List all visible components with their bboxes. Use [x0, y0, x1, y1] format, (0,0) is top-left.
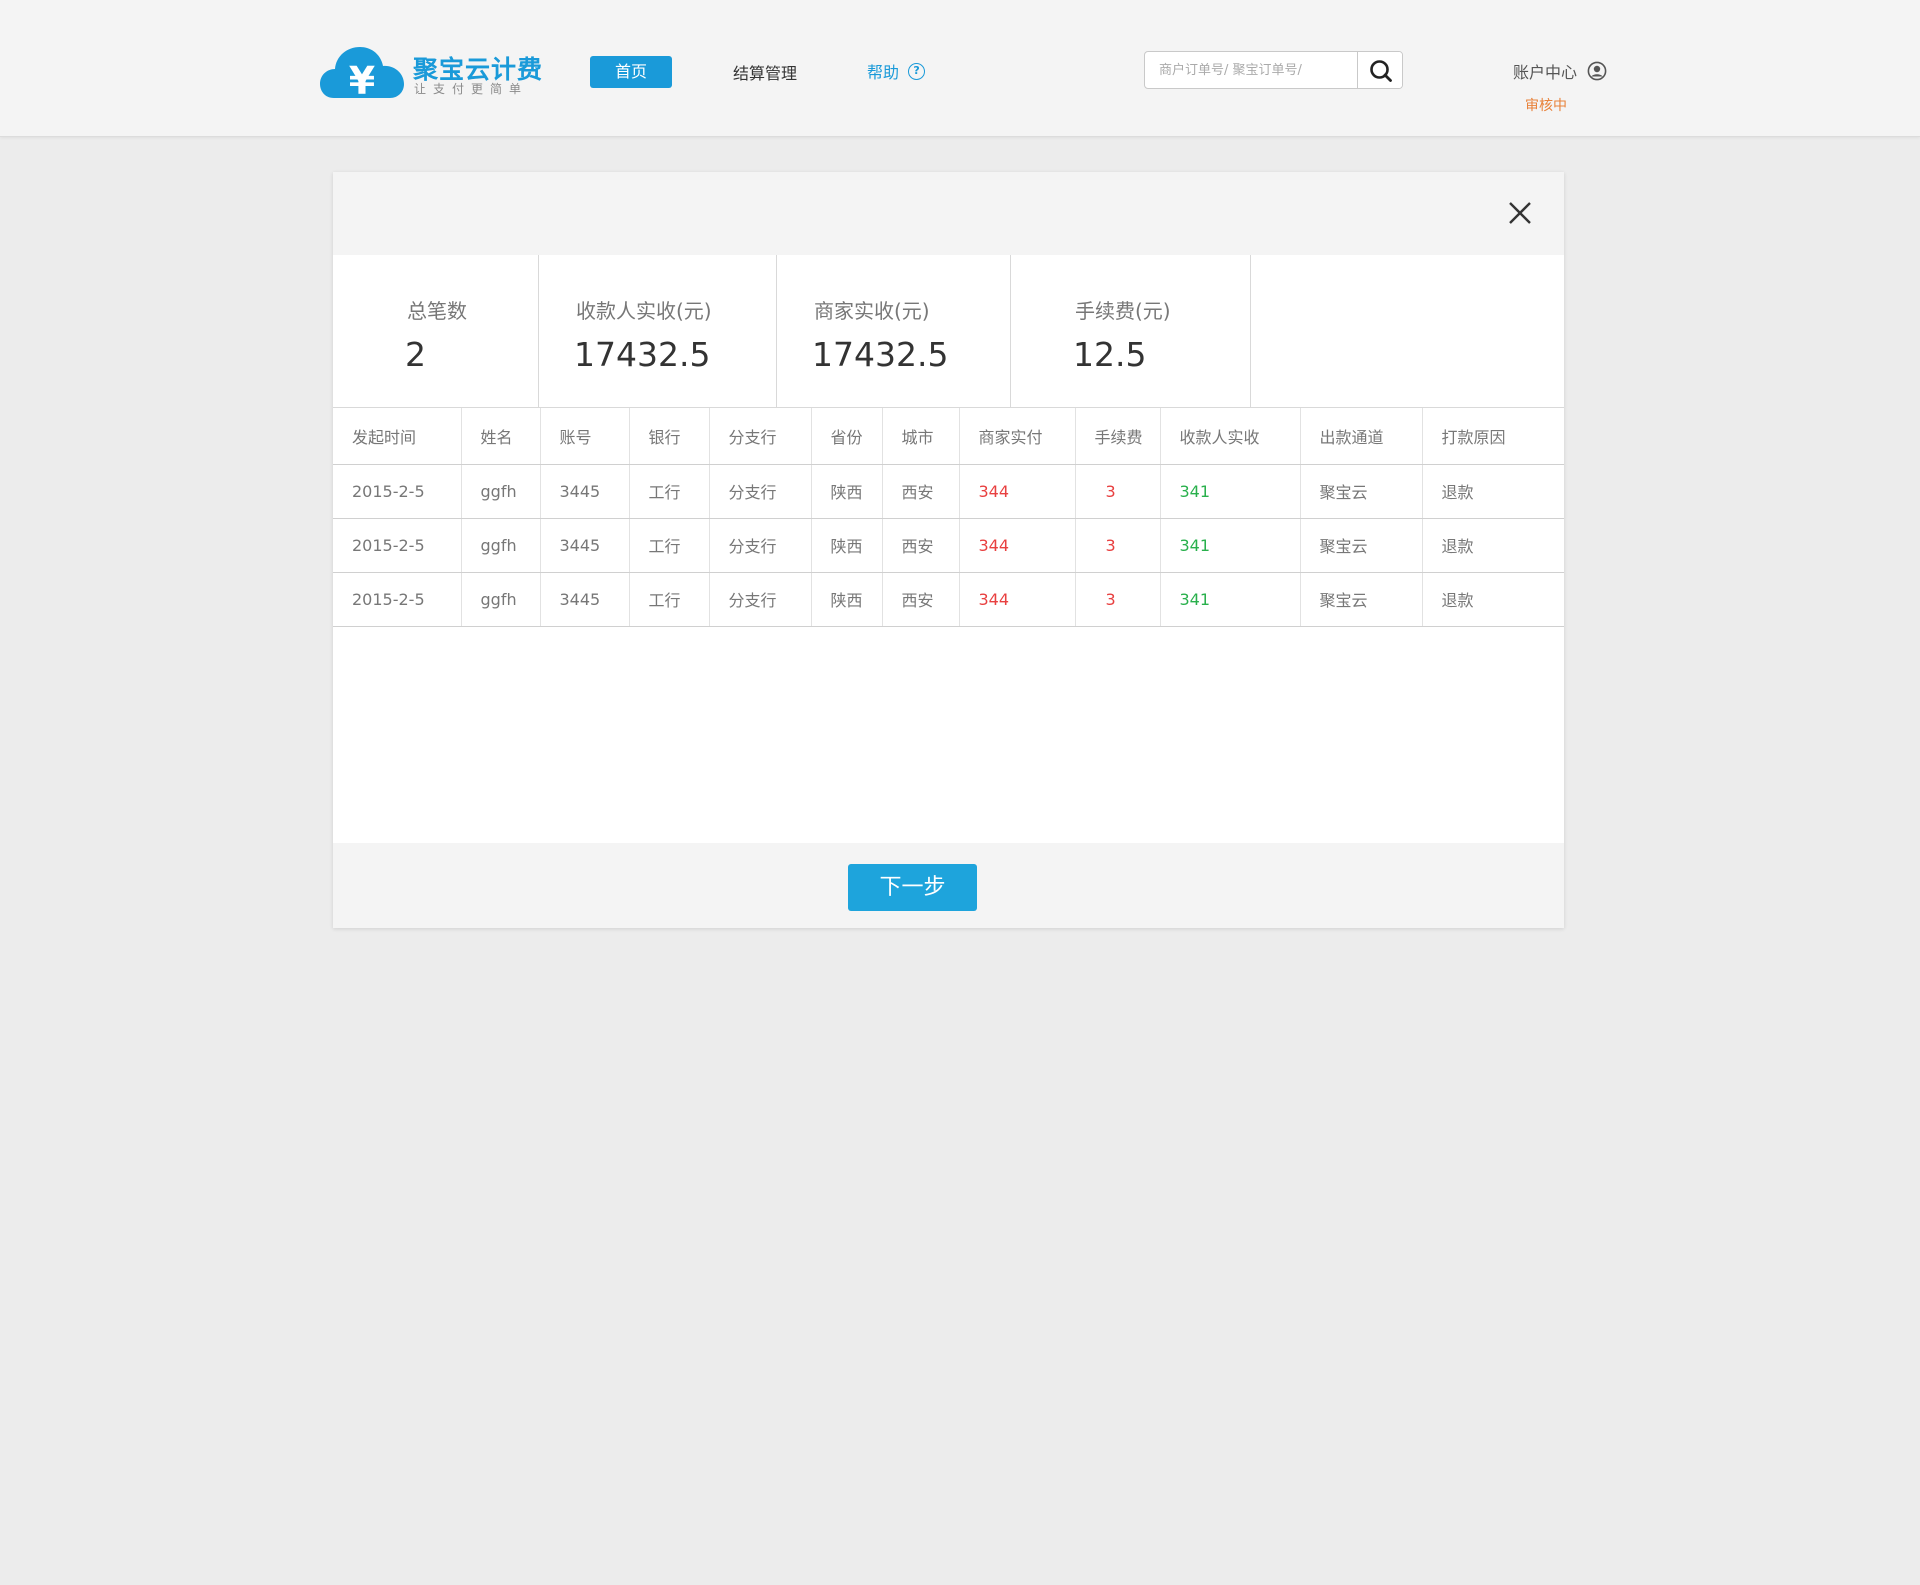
cell-fee: 3 — [1075, 464, 1161, 519]
column-header: 发起时间 — [333, 408, 462, 465]
total-count-value: 2 — [405, 335, 426, 374]
order-search-input[interactable] — [1145, 52, 1358, 88]
column-header: 姓名 — [461, 408, 541, 465]
cell-reason: 退款 — [1422, 572, 1564, 627]
cell-account: 3445 — [540, 518, 630, 573]
cell-province: 陕西 — [811, 464, 883, 519]
column-header: 账号 — [540, 408, 630, 465]
column-header: 手续费 — [1075, 408, 1161, 465]
cell-reason: 退款 — [1422, 518, 1564, 573]
dialog-header — [333, 172, 1564, 255]
close-icon — [1509, 202, 1531, 224]
nav-settlement-link[interactable]: 结算管理 — [733, 60, 797, 84]
summary-fee: 手续费(元) 12.5 — [1011, 255, 1251, 407]
cell-merchant-paid: 344 — [959, 518, 1076, 573]
total-count-label: 总笔数 — [407, 299, 467, 323]
close-dialog-button[interactable] — [1503, 196, 1537, 230]
search-button[interactable] — [1357, 52, 1402, 88]
cell-city: 西安 — [882, 572, 960, 627]
column-header: 出款通道 — [1300, 408, 1423, 465]
cell-name: ggfh — [461, 518, 541, 573]
cell-name: ggfh — [461, 464, 541, 519]
cell-channel: 聚宝云 — [1300, 518, 1423, 573]
dialog-footer: 下一步 — [333, 843, 1564, 928]
cloud-yuan-logo-icon: ¥ — [320, 47, 404, 100]
nav-home-button[interactable]: 首页 — [590, 56, 672, 88]
cell-payee-received: 341 — [1160, 464, 1301, 519]
cell-payee-received: 341 — [1160, 518, 1301, 573]
transaction-table: 发起时间 姓名 账号 银行 分支行 省份 城市 商家实付 手续费 收款人实收 出… — [333, 408, 1564, 627]
column-header: 收款人实收 — [1160, 408, 1301, 465]
cell-merchant-paid: 344 — [959, 572, 1076, 627]
brand-slogan: 让支付更简单 — [414, 82, 529, 96]
payee-received-label: 收款人实收(元) — [576, 299, 712, 323]
user-avatar-icon — [1587, 61, 1607, 81]
account-center-label: 账户中心 — [1513, 63, 1578, 82]
column-header: 省份 — [811, 408, 883, 465]
cell-branch: 分支行 — [709, 464, 812, 519]
nav-help-link[interactable]: 帮助 ? — [867, 59, 926, 83]
summary-panel: 总笔数 2 收款人实收(元) 17432.5 商家实收(元) 17432.5 手… — [333, 255, 1564, 408]
column-header: 商家实付 — [959, 408, 1076, 465]
cell-account: 3445 — [540, 572, 630, 627]
settlement-detail-dialog: 总笔数 2 收款人实收(元) 17432.5 商家实收(元) 17432.5 手… — [333, 172, 1564, 928]
fee-label: 手续费(元) — [1075, 299, 1171, 323]
brand-logo[interactable]: ¥ 聚宝云计费 让支付更简单 — [320, 44, 542, 104]
merchant-received-label: 商家实收(元) — [814, 299, 930, 323]
cell-bank: 工行 — [629, 464, 710, 519]
cell-branch: 分支行 — [709, 572, 812, 627]
cell-channel: 聚宝云 — [1300, 572, 1423, 627]
dialog-body: 总笔数 2 收款人实收(元) 17432.5 商家实收(元) 17432.5 手… — [333, 255, 1564, 843]
cell-reason: 退款 — [1422, 464, 1564, 519]
cell-city: 西安 — [882, 464, 960, 519]
cell-bank: 工行 — [629, 572, 710, 627]
cell-province: 陕西 — [811, 518, 883, 573]
cell-name: ggfh — [461, 572, 541, 627]
nav-help-label: 帮助 — [867, 63, 900, 82]
cell-payee-received: 341 — [1160, 572, 1301, 627]
column-header: 打款原因 — [1422, 408, 1564, 465]
fee-value: 12.5 — [1073, 335, 1147, 374]
summary-total-count: 总笔数 2 — [333, 255, 539, 407]
top-navigation-bar: ¥ 聚宝云计费 让支付更简单 首页 结算管理 帮助 ? 账户中心 审核中 — [0, 0, 1920, 137]
cell-date: 2015-2-5 — [333, 464, 462, 519]
cell-fee: 3 — [1075, 572, 1161, 627]
cell-city: 西安 — [882, 518, 960, 573]
table-row: 2015-2-5 ggfh 3445 工行 分支行 陕西 西安 344 3 34… — [333, 572, 1564, 627]
table-header-row: 发起时间 姓名 账号 银行 分支行 省份 城市 商家实付 手续费 收款人实收 出… — [333, 408, 1564, 465]
account-status-badge: 审核中 — [1525, 98, 1567, 114]
table-row: 2015-2-5 ggfh 3445 工行 分支行 陕西 西安 344 3 34… — [333, 464, 1564, 519]
table-row: 2015-2-5 ggfh 3445 工行 分支行 陕西 西安 344 3 34… — [333, 518, 1564, 573]
next-step-button[interactable]: 下一步 — [848, 864, 977, 911]
cell-bank: 工行 — [629, 518, 710, 573]
cell-date: 2015-2-5 — [333, 572, 462, 627]
svg-text:¥: ¥ — [349, 59, 375, 100]
column-header: 分支行 — [709, 408, 812, 465]
cell-account: 3445 — [540, 464, 630, 519]
cell-merchant-paid: 344 — [959, 464, 1076, 519]
cell-fee: 3 — [1075, 518, 1161, 573]
summary-payee-received: 收款人实收(元) 17432.5 — [539, 255, 777, 407]
cell-province: 陕西 — [811, 572, 883, 627]
payee-received-value: 17432.5 — [574, 335, 711, 374]
search-icon — [1370, 60, 1392, 82]
account-center-link[interactable]: 账户中心 — [1513, 59, 1607, 83]
cell-channel: 聚宝云 — [1300, 464, 1423, 519]
cell-date: 2015-2-5 — [333, 518, 462, 573]
merchant-received-value: 17432.5 — [812, 335, 949, 374]
column-header: 银行 — [629, 408, 710, 465]
cell-branch: 分支行 — [709, 518, 812, 573]
summary-merchant-received: 商家实收(元) 17432.5 — [777, 255, 1011, 407]
column-header: 城市 — [882, 408, 960, 465]
order-search-box — [1144, 51, 1403, 89]
help-question-icon: ? — [908, 62, 926, 80]
